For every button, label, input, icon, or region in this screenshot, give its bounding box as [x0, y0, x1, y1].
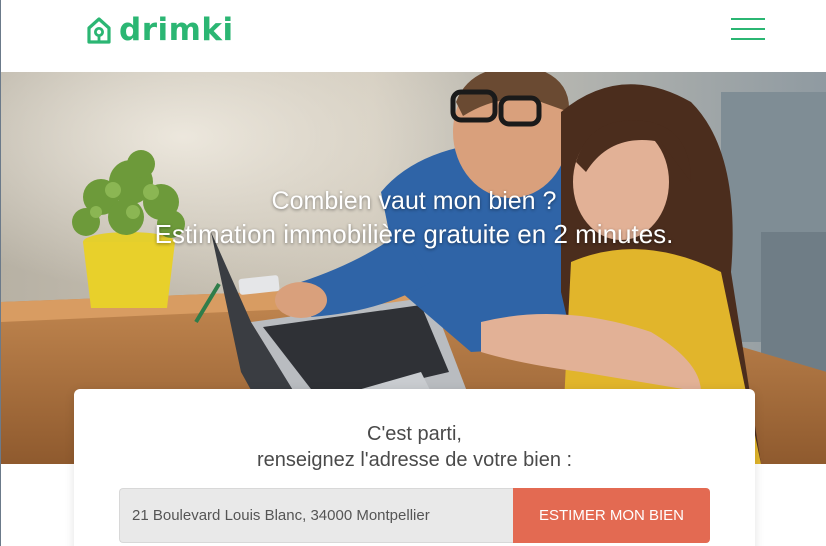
hero-text: Combien vaut mon bien ? Estimation immob… [1, 185, 826, 251]
estimate-button[interactable]: ESTIMER MON BIEN [513, 488, 710, 543]
address-input[interactable] [119, 488, 514, 543]
hamburger-menu-icon[interactable] [731, 16, 767, 42]
logo[interactable]: drimki [85, 12, 234, 48]
hero-title: Estimation immobilière gratuite en 2 min… [154, 219, 674, 249]
site-header: drimki [0, 0, 826, 72]
estimate-form-card: C'est parti, renseignez l'adresse de vot… [74, 389, 755, 546]
house-icon [87, 17, 111, 44]
logo-text: drimki [119, 12, 234, 48]
form-heading-line2: renseignez l'adresse de votre bien : [256, 449, 573, 471]
form-heading: C'est parti, renseignez l'adresse de vot… [74, 421, 755, 473]
form-heading-line1: C'est parti, [367, 423, 462, 445]
hero-subtitle: Combien vaut mon bien ? [271, 187, 557, 215]
